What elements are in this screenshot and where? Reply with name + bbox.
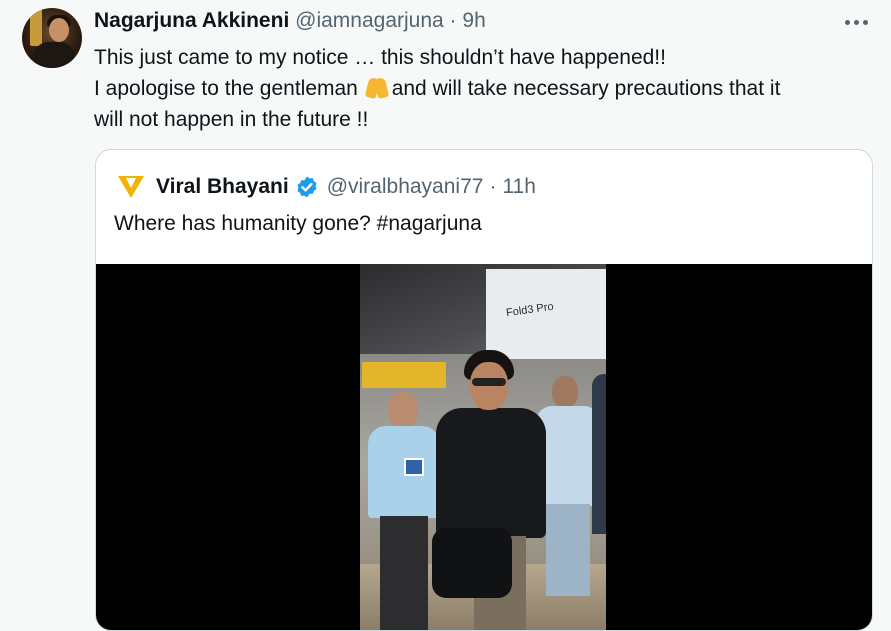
quoted-tweet-card[interactable]: Viral Bhayani @viralbhayani77 · 11h Wher… [95,149,873,631]
avatar-background [30,8,42,46]
more-dot [863,19,868,25]
author-name[interactable]: Nagarjuna Akkineni [94,9,289,32]
more-dot [845,19,850,25]
quoted-tweet-text: Where has humanity gone? #nagarjuna [114,212,482,235]
avatar-body [34,42,74,68]
person-far-right [592,374,606,534]
tweet-text: This just came to my notice … this shoul… [94,42,874,135]
author-avatar[interactable] [22,8,82,68]
tweet-line-2b: and will take necessary precautions that… [391,77,781,100]
quoted-author-handle[interactable]: @viralbhayani77 [327,175,484,199]
more-dot [854,19,859,25]
tweet-timestamp[interactable]: 9h [462,9,485,32]
advert-banner [486,269,606,359]
author-handle[interactable]: @iamnagarjuna [295,9,444,32]
more-options-icon[interactable] [845,12,871,32]
quoted-author-name[interactable]: Viral Bhayani [156,175,289,199]
header-separator: · [449,9,457,32]
tweet-line-2a: I apologise to the gentleman [94,77,364,100]
verified-badge-icon [297,176,317,198]
avatar-face [49,18,69,42]
folded-hands-emoji-icon [364,76,392,98]
tweet-line-1: This just came to my notice … this shoul… [94,46,666,69]
quoted-timestamp[interactable]: 11h [502,175,535,199]
person-center [432,350,546,630]
viral-bhayani-avatar-icon[interactable] [118,174,144,200]
person-staff [368,392,440,630]
tweet-header: Nagarjuna Akkineni @iamnagarjuna · 9h [94,9,486,33]
quoted-tweet-header: Viral Bhayani @viralbhayani77 · 11h [118,174,536,200]
video-frame: Fold3 Pro [360,264,606,630]
quoted-header-separator: · [489,175,497,198]
tweet-line-3: will not happen in the future !! [94,108,369,131]
video-player[interactable]: Fold3 Pro [96,264,872,630]
yellow-sign [362,362,446,388]
